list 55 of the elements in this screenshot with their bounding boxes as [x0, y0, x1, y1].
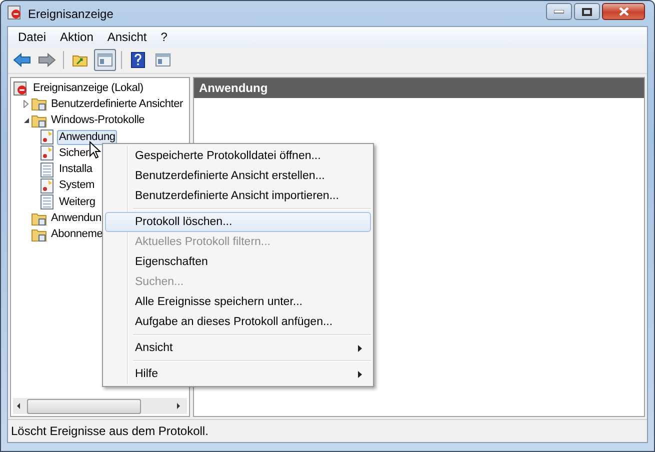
close-button[interactable]	[602, 3, 645, 20]
log-icon	[39, 145, 55, 162]
right-arrow-icon	[38, 53, 56, 67]
menu-bar-item[interactable]: Datei	[11, 28, 54, 46]
event-viewer-icon	[7, 4, 23, 20]
minimize-icon	[554, 10, 564, 14]
pane-icon	[155, 53, 171, 67]
menu-item[interactable]: Gespeicherte Protokolldatei öffnen...	[105, 146, 371, 166]
tree-item[interactable]: Ereignisanzeige (Lokal)	[31, 80, 146, 96]
tree-item[interactable]: Benutzerdefinierte Ansichter	[49, 96, 185, 112]
tree-item[interactable]: Anwendung	[57, 130, 118, 145]
menu-bar-item[interactable]: Ansicht	[100, 28, 154, 46]
collapse-arrow-icon[interactable]	[22, 117, 30, 124]
window-title: Ereignisanzeige	[28, 6, 114, 20]
tree-item[interactable]: Windows-Protokolle	[49, 113, 147, 128]
expand-arrow-icon[interactable]	[23, 100, 29, 108]
menu-bar-item[interactable]: ?	[154, 28, 174, 46]
document-icon	[39, 194, 55, 210]
status-text: Löscht Ereignisse aus dem Protokoll.	[11, 424, 208, 438]
close-icon	[618, 7, 628, 16]
tree-item[interactable]: Sicher	[57, 146, 91, 161]
menu-item[interactable]: Benutzerdefinierte Ansicht importieren...	[105, 186, 371, 206]
log-icon	[39, 129, 55, 146]
folder-icon	[31, 210, 47, 227]
horizontal-scrollbar[interactable]	[13, 398, 187, 414]
folder-icon	[31, 96, 47, 112]
maximize-icon	[582, 8, 592, 16]
menu-item[interactable]: Benutzerdefinierte Ansicht erstellen...	[105, 166, 371, 186]
log-icon	[39, 178, 55, 194]
menu-item[interactable]: Eigenschaften	[105, 252, 371, 272]
menu-bar-item[interactable]: Aktion	[53, 28, 100, 46]
pane-icon	[97, 53, 113, 67]
tree-item[interactable]: Abonneme	[49, 227, 105, 242]
pane-toggle-button[interactable]	[94, 49, 116, 71]
menu-item[interactable]: Aufgabe an dieses Protokoll anfügen...	[105, 312, 371, 332]
menu-item[interactable]: Alle Ereignisse speichern unter...	[105, 292, 371, 312]
help-icon	[131, 52, 145, 68]
folder-icon	[31, 112, 47, 129]
folder-icon	[72, 53, 88, 67]
tree-item[interactable]: Installa	[57, 162, 94, 178]
menu-item[interactable]: Protokoll löschen...	[105, 212, 371, 232]
folder-icon	[31, 226, 47, 243]
tree-item[interactable]: Weiterg	[57, 194, 98, 210]
minimize-button[interactable]	[546, 3, 572, 20]
menu-item[interactable]: Hilfe	[105, 364, 371, 384]
document-icon	[39, 162, 55, 178]
maximize-button[interactable]	[574, 3, 600, 20]
submenu-arrow-icon	[358, 370, 362, 378]
submenu-arrow-icon	[358, 344, 362, 352]
left-arrow-icon	[13, 53, 31, 67]
event-viewer-icon	[13, 80, 29, 96]
tree-item[interactable]: Anwendun	[49, 211, 104, 226]
tree-item[interactable]: System	[57, 178, 96, 194]
pane-header: Anwendung	[194, 78, 644, 98]
menu-item[interactable]: Ansicht	[105, 338, 371, 358]
